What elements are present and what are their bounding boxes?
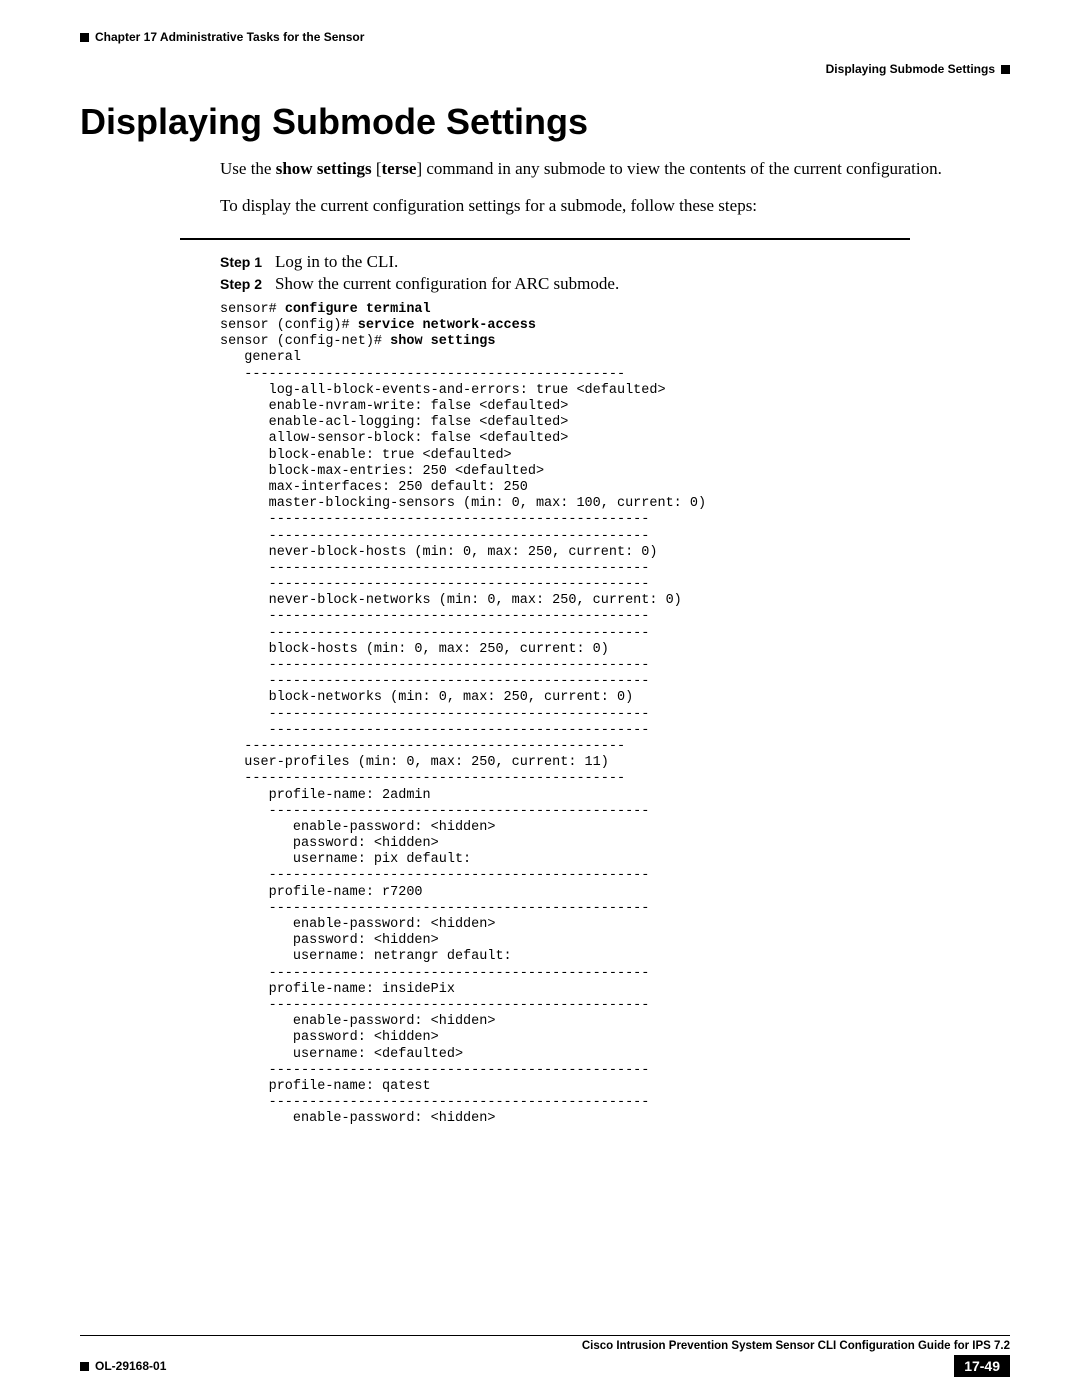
footer-doc-number: OL-29168-01 (95, 1359, 166, 1373)
page-number: 17-49 (954, 1355, 1010, 1377)
footer-marker-icon (80, 1362, 89, 1371)
page-title: Displaying Submode Settings (80, 101, 1010, 143)
step-divider (180, 238, 910, 240)
header-marker-icon (80, 33, 89, 42)
step-label: Step 2 (220, 274, 275, 294)
chapter-label: Chapter 17 Administrative Tasks for the … (95, 30, 364, 44)
intro-paragraph-2: To display the current configuration set… (220, 195, 1010, 218)
step-text: Show the current configuration for ARC s… (275, 274, 1010, 294)
cli-output: sensor# configure terminal sensor (confi… (220, 302, 1010, 1128)
section-header: Displaying Submode Settings (826, 62, 995, 76)
step-label: Step 1 (220, 252, 275, 272)
step-text: Log in to the CLI. (275, 252, 1010, 272)
intro-paragraph-1: Use the show settings [terse] command in… (220, 158, 1010, 181)
header-marker-icon (1001, 65, 1010, 74)
footer-guide-title: Cisco Intrusion Prevention System Sensor… (80, 1340, 1010, 1352)
